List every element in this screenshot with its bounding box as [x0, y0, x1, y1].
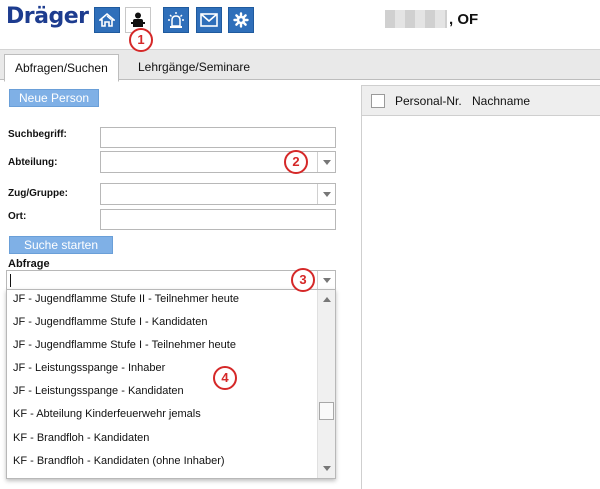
abfrage-dropdown-list[interactable]: JF - Jugendflamme Stufe II - Teilnehmer … [6, 289, 336, 479]
list-item[interactable]: JF - Jugendflamme Stufe II - Teilnehmer … [13, 293, 239, 305]
user-rank: , OF [449, 10, 479, 28]
ort-label: Ort: [8, 211, 27, 222]
scroll-up-icon[interactable] [323, 297, 331, 302]
redacted-username [385, 10, 447, 28]
column-personal-nr[interactable]: Personal-Nr. [395, 94, 462, 108]
list-item[interactable]: KF - Brandfloh - Kandidaten [13, 432, 149, 444]
alarm-button[interactable] [163, 7, 189, 33]
dropdown-scrollbar[interactable] [317, 290, 335, 478]
abfrage-combobox[interactable] [6, 270, 336, 290]
ort-input[interactable] [100, 209, 336, 230]
list-item[interactable]: JF - Leistungsspange - Inhaber [13, 362, 165, 374]
home-button[interactable] [94, 7, 120, 33]
person-icon [131, 12, 145, 27]
list-item[interactable]: KF - Brandfloh - Kandidaten (ohne Inhabe… [13, 455, 225, 467]
results-panel: Personal-Nr. Nachname [361, 85, 600, 489]
chevron-down-icon[interactable] [317, 152, 335, 172]
list-item[interactable]: KF - Abteilung Kinderfeuerwehr jemals [13, 408, 201, 420]
abfrage-label: Abfrage [8, 258, 50, 270]
gear-icon [233, 12, 249, 28]
tab-abfragen-suchen[interactable]: Abfragen/Suchen [4, 54, 119, 82]
suchbegriff-input[interactable] [100, 127, 336, 148]
mail-icon [200, 13, 218, 27]
tab-lehrgaenge-seminare[interactable]: Lehrgänge/Seminare [128, 54, 260, 81]
callout-3: 3 [291, 268, 315, 292]
new-person-button[interactable]: Neue Person [9, 89, 100, 107]
mail-button[interactable] [196, 7, 222, 33]
results-table-header: Personal-Nr. Nachname [362, 86, 600, 116]
list-item[interactable]: JF - Jugendflamme Stufe I - Teilnehmer h… [13, 339, 236, 351]
home-icon [99, 12, 115, 27]
settings-button[interactable] [228, 7, 254, 33]
text-caret [10, 274, 11, 287]
list-item[interactable]: JF - Jugendflamme Stufe I - Kandidaten [13, 316, 207, 328]
callout-1: 1 [129, 28, 153, 52]
alarm-light-icon [168, 12, 184, 28]
scroll-down-icon[interactable] [323, 466, 331, 471]
suchbegriff-label: Suchbegriff: [8, 129, 67, 140]
search-start-button[interactable]: Suche starten [9, 236, 113, 254]
chevron-down-icon[interactable] [317, 271, 335, 289]
chevron-down-icon[interactable] [317, 184, 335, 204]
select-all-checkbox[interactable] [371, 94, 385, 108]
user-display: , OF [385, 10, 478, 28]
column-nachname[interactable]: Nachname [472, 94, 530, 108]
callout-2: 2 [284, 150, 308, 174]
abteilung-label: Abteilung: [8, 157, 58, 168]
draeger-logo: Dräger [6, 4, 89, 29]
tab-bar: Abfragen/Suchen Lehrgänge/Seminare [0, 49, 600, 82]
zug-gruppe-label: Zug/Gruppe: [8, 188, 68, 199]
list-item[interactable]: JF - Leistungsspange - Kandidaten [13, 385, 184, 397]
zug-gruppe-select[interactable] [100, 183, 336, 205]
callout-4: 4 [213, 366, 237, 390]
scrollbar-thumb[interactable] [319, 402, 334, 420]
